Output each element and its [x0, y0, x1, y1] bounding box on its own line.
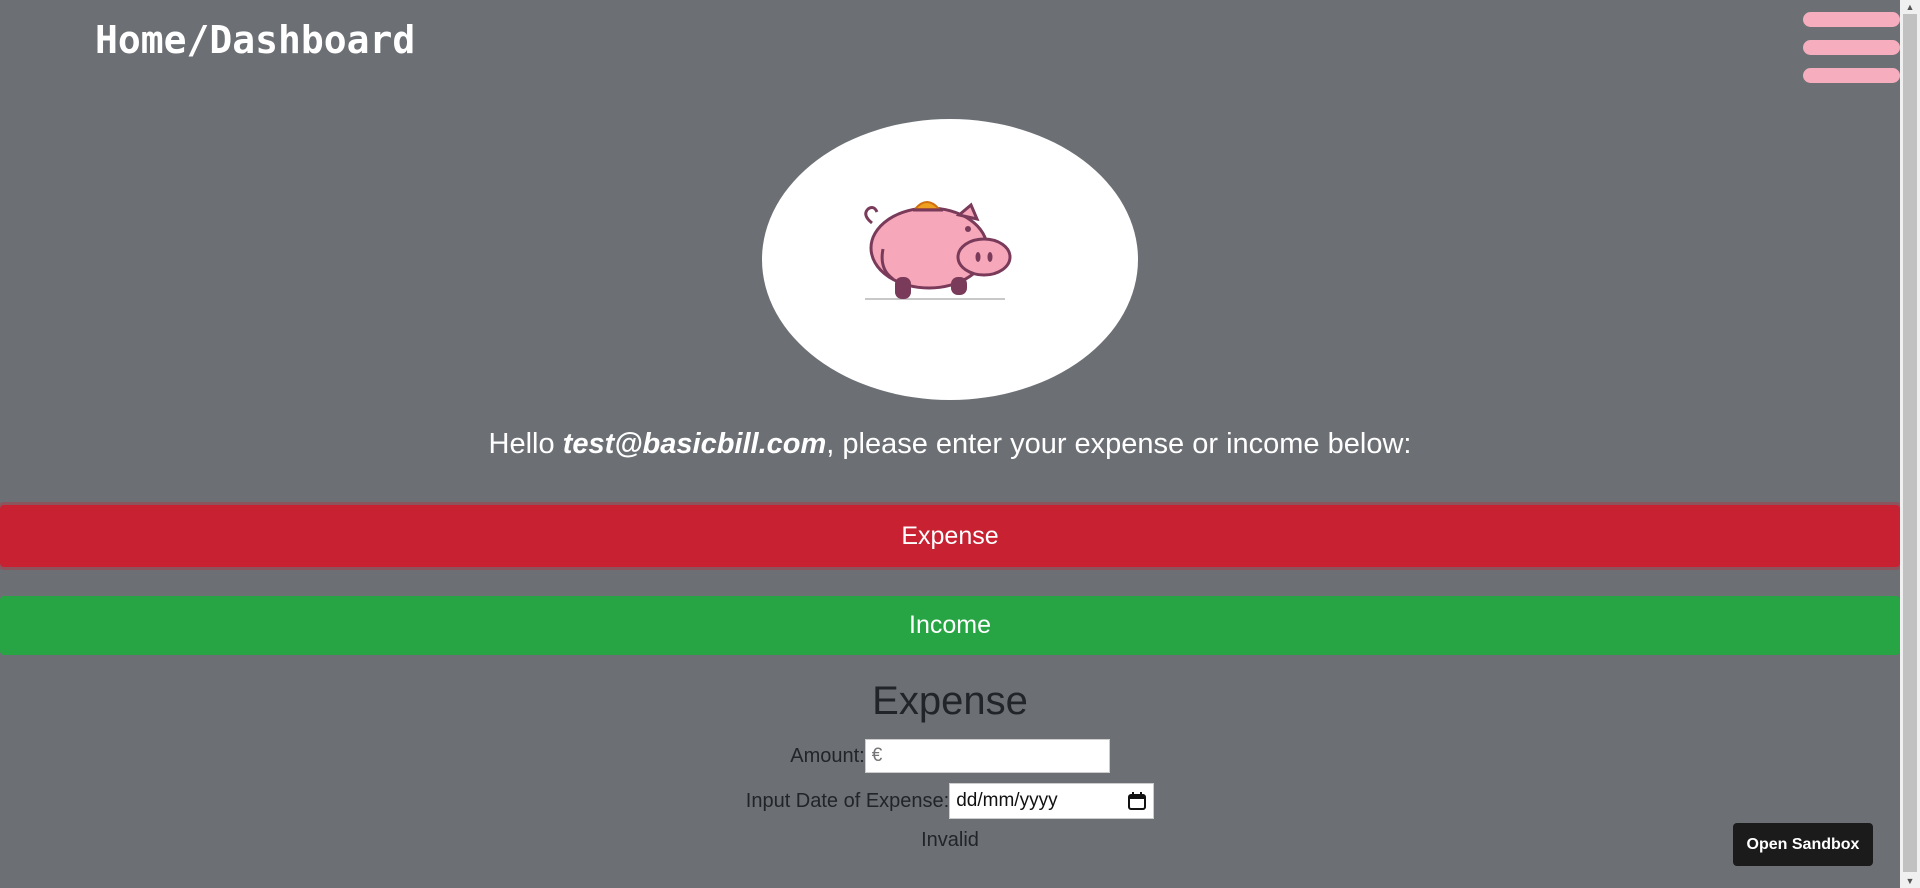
piggy-bank-icon — [864, 201, 1012, 300]
expense-button[interactable]: Expense — [0, 505, 1900, 567]
greeting-suffix: , please enter your expense or income be… — [826, 428, 1412, 460]
amount-row: Amount: — [0, 739, 1900, 773]
date-row: Input Date of Expense: dd/mm/yyyy — [0, 783, 1900, 819]
hero-image-container — [762, 119, 1138, 400]
menu-bar — [1803, 68, 1900, 83]
scroll-up-arrow-icon[interactable]: ▲ — [1900, 0, 1920, 14]
user-email: test@basicbill.com — [562, 428, 827, 460]
income-button[interactable]: Income — [0, 596, 1900, 655]
date-label: Input Date of Expense: — [745, 789, 950, 812]
validation-message: Invalid — [921, 829, 979, 851]
greeting-text: Hello test@basicbill.com, please enter y… — [0, 428, 1900, 461]
vertical-scrollbar[interactable]: ▲ ▼ — [1900, 0, 1920, 888]
date-value: dd/mm/yyyy — [956, 790, 1058, 811]
hamburger-menu-icon[interactable] — [1803, 12, 1900, 86]
calendar-icon[interactable] — [1127, 791, 1147, 811]
form-title: Expense — [872, 679, 1028, 723]
scroll-down-arrow-icon[interactable]: ▼ — [1900, 874, 1920, 888]
amount-input[interactable] — [864, 739, 1110, 773]
scrollbar-thumb[interactable] — [1903, 14, 1917, 872]
date-input[interactable]: dd/mm/yyyy — [949, 783, 1155, 819]
open-sandbox-button[interactable]: Open Sandbox — [1733, 823, 1873, 866]
amount-label: Amount: — [790, 744, 865, 767]
menu-bar — [1803, 40, 1900, 55]
menu-bar — [1803, 12, 1900, 27]
page-title: Home/Dashboard — [95, 18, 416, 62]
greeting-prefix: Hello — [488, 428, 563, 460]
